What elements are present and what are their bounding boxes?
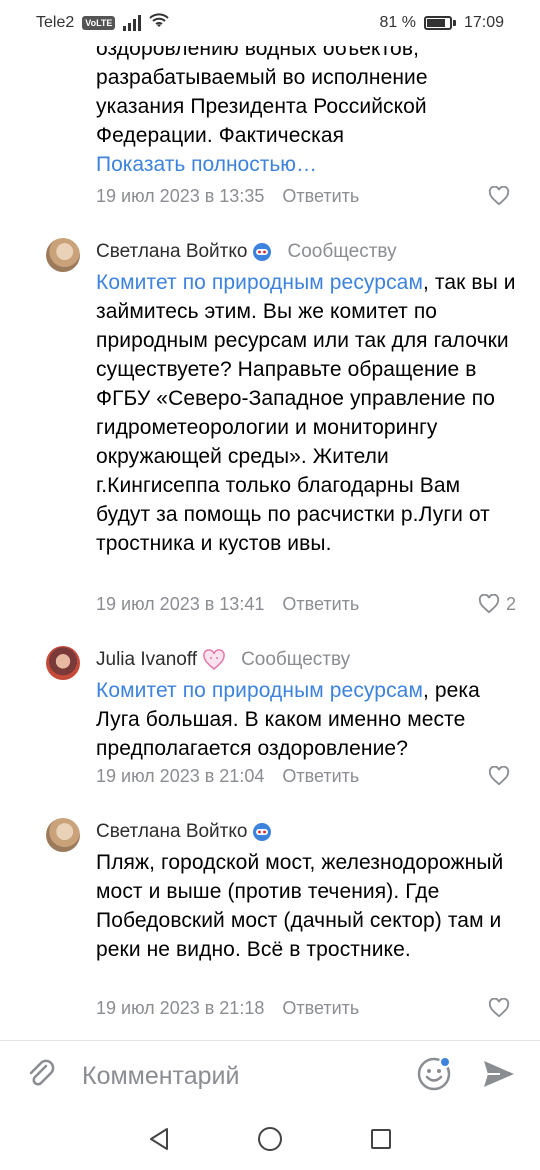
comment-date: 19 июл 2023 в 21:04 — [96, 765, 265, 786]
author-name[interactable]: Светлана Войтко — [96, 241, 247, 263]
heart-icon — [488, 186, 510, 206]
wifi-icon — [149, 12, 170, 34]
author-name[interactable]: Светлана Войтко — [96, 821, 247, 843]
carrier-label: Tele2 — [36, 14, 75, 31]
community-label: Сообществу — [287, 241, 397, 262]
send-icon[interactable] — [482, 1059, 516, 1094]
volte-badge: VoLTE — [82, 16, 116, 30]
reply-button[interactable]: Ответить — [282, 998, 359, 1019]
comment-header: Светлана Войтко Сообществу — [96, 238, 397, 266]
battery-icon — [423, 16, 456, 30]
comment-text: Пляж, городской мост, железнодорожный мо… — [96, 851, 504, 961]
comment-date: 19 июл 2023 в 13:41 — [96, 593, 265, 614]
avatar[interactable] — [46, 818, 80, 852]
astronaut-icon — [251, 821, 273, 843]
triangle-back-icon[interactable] — [147, 1126, 171, 1157]
clock: 17:09 — [463, 14, 504, 31]
like-button[interactable] — [488, 766, 516, 786]
status-bar: Tele2 VoLTE 81 % 17:09 — [0, 0, 540, 46]
show-more-link[interactable]: Показать полностью… — [96, 150, 516, 179]
heart-icon — [488, 766, 510, 786]
smile-icon[interactable] — [416, 1056, 452, 1097]
like-button[interactable] — [488, 186, 516, 206]
astronaut-icon — [251, 241, 273, 263]
comment-text: Комитет по природным ресурсам, так вы и … — [96, 268, 516, 558]
comment-date: 19 июл 2023 в 21:18 — [96, 997, 265, 1018]
mention-link[interactable]: Комитет по природным ресурсам — [96, 679, 423, 702]
mention-link[interactable]: Комитет по природным ресурсам — [96, 271, 423, 294]
reply-button[interactable]: Ответить — [282, 594, 359, 615]
heart-icon — [478, 594, 500, 614]
avatar[interactable] — [46, 238, 80, 272]
comment-body: , так вы и займитесь этим. Вы же комитет… — [96, 271, 516, 555]
reply-button[interactable]: Ответить — [282, 186, 359, 207]
comment-text: оздоровлению водных объектов, разрабатыв… — [96, 46, 428, 147]
comment-meta: 19 июл 2023 в 21:04 Ответить — [96, 762, 516, 790]
comment-meta: 19 июл 2023 в 13:41 Ответить 2 — [96, 590, 516, 618]
like-button[interactable]: 2 — [478, 594, 516, 615]
comment-meta: 19 июл 2023 в 13:35 Ответить — [96, 182, 516, 210]
comment-composer: Комментарий — [0, 1040, 540, 1112]
circle-home-icon[interactable] — [257, 1126, 283, 1157]
battery-percent: 81 % — [379, 14, 416, 31]
comment-date: 19 июл 2023 в 13:35 — [96, 185, 265, 206]
comment-input[interactable]: Комментарий — [82, 1062, 416, 1091]
like-count: 2 — [505, 593, 516, 614]
community-label: Сообществу — [241, 649, 351, 670]
avatar[interactable] — [46, 646, 80, 680]
signal-icon — [123, 15, 142, 31]
reply-button[interactable]: Ответить — [282, 766, 359, 787]
like-button[interactable] — [488, 998, 516, 1018]
paperclip-icon[interactable] — [24, 1057, 58, 1096]
comment-meta: 19 июл 2023 в 21:18 Ответить — [96, 994, 516, 1022]
square-recent-icon[interactable] — [369, 1127, 393, 1156]
heart-badge-icon — [201, 649, 227, 671]
comments-feed[interactable]: оздоровлению водных объектов, разрабатыв… — [0, 46, 540, 1036]
comment-header: Светлана Войтко — [96, 818, 287, 846]
status-left: Tele2 VoLTE — [36, 12, 170, 34]
comment-header: Julia Ivanoff Сообществу — [96, 646, 350, 674]
heart-icon — [488, 998, 510, 1018]
system-nav-bar — [0, 1112, 540, 1170]
status-right: 81 % 17:09 — [379, 14, 504, 32]
comment-text: Комитет по природным ресурсам, река Луга… — [96, 676, 516, 763]
author-name[interactable]: Julia Ivanoff — [96, 649, 197, 671]
